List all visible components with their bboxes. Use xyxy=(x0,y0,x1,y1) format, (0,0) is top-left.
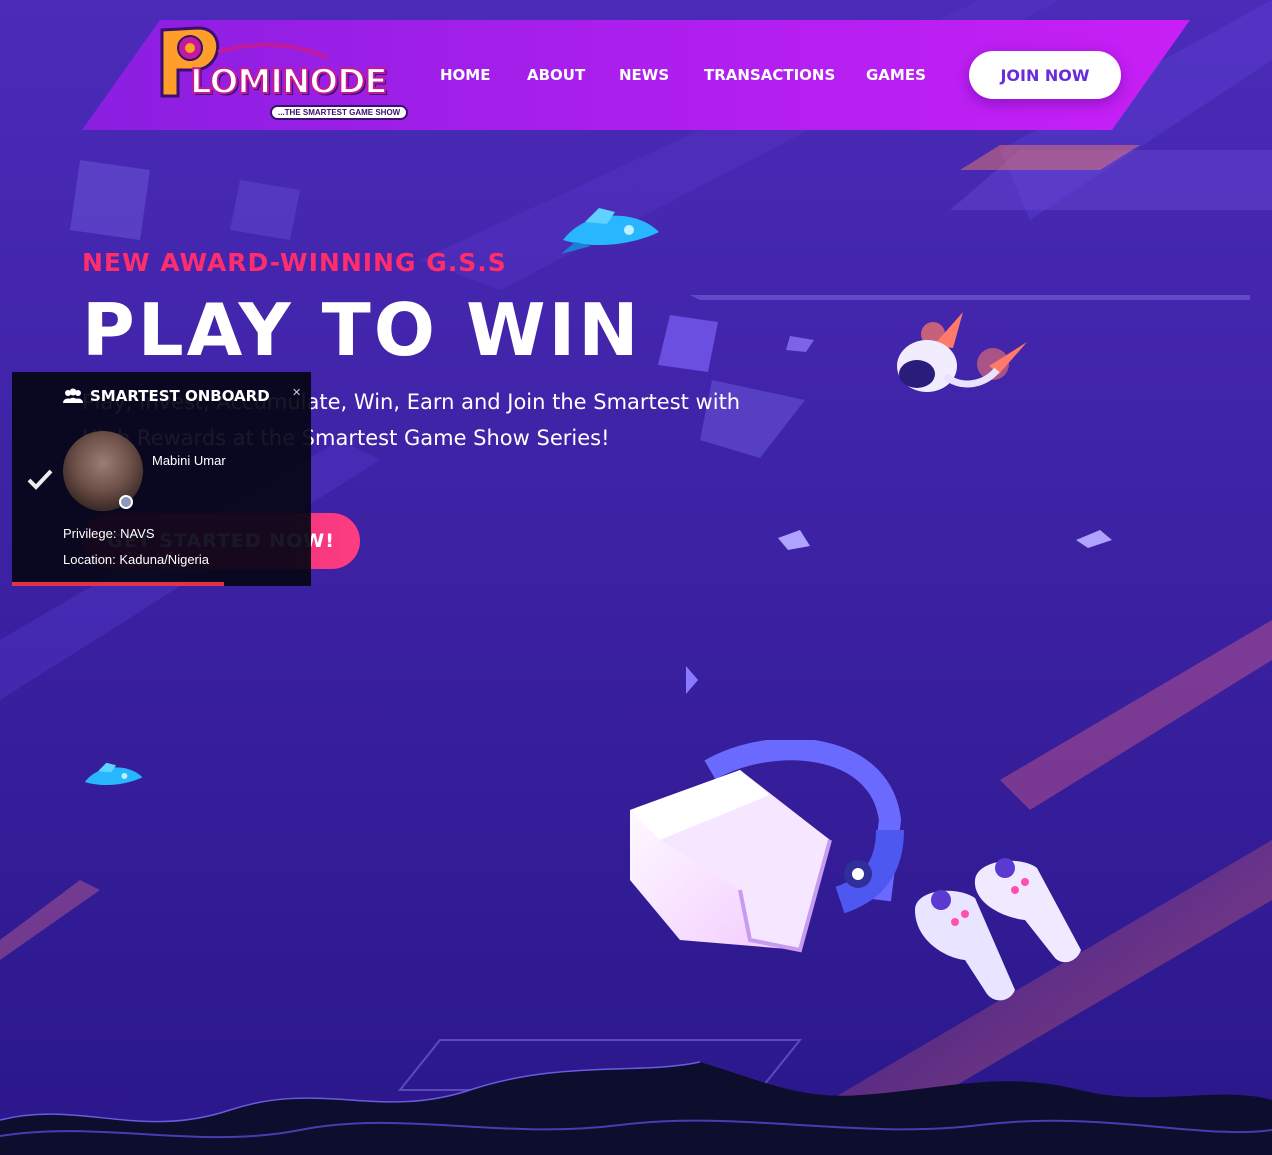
spaceship-icon xyxy=(561,208,659,254)
notification-progress xyxy=(12,582,225,586)
nav-about[interactable]: ABOUT xyxy=(527,66,585,84)
spaceship-icon xyxy=(84,762,143,786)
users-icon xyxy=(63,388,83,403)
logo-wordmark[interactable]: LOMINODE xyxy=(189,61,389,103)
hero-title: PLAY TO WIN xyxy=(82,288,642,372)
gamepad-icon xyxy=(915,858,1081,1001)
join-now-button[interactable]: JOIN NOW xyxy=(969,51,1121,99)
hero-kicker: NEW AWARD-WINNING G.S.S xyxy=(82,248,507,277)
onboard-notification[interactable]: SMARTEST ONBOARD ✕ Mabini Umar Privilege… xyxy=(12,372,311,586)
nav-transactions[interactable]: TRANSACTIONS xyxy=(704,66,835,84)
nav-games[interactable]: GAMES xyxy=(866,66,926,84)
member-privilege: Privilege: NAVS xyxy=(63,526,155,541)
notification-title: SMARTEST ONBOARD xyxy=(90,387,270,405)
check-icon xyxy=(27,469,53,490)
astronaut-icon xyxy=(897,312,1027,392)
member-name: Mabini Umar xyxy=(152,453,226,468)
close-icon[interactable]: ✕ xyxy=(292,386,301,399)
nav-news[interactable]: NEWS xyxy=(619,66,669,84)
logo-tagline: ...THE SMARTEST GAME SHOW xyxy=(270,105,409,120)
nav-home[interactable]: HOME xyxy=(440,66,490,84)
member-location: Location: Kaduna/Nigeria xyxy=(63,552,209,567)
status-indicator xyxy=(119,495,133,509)
